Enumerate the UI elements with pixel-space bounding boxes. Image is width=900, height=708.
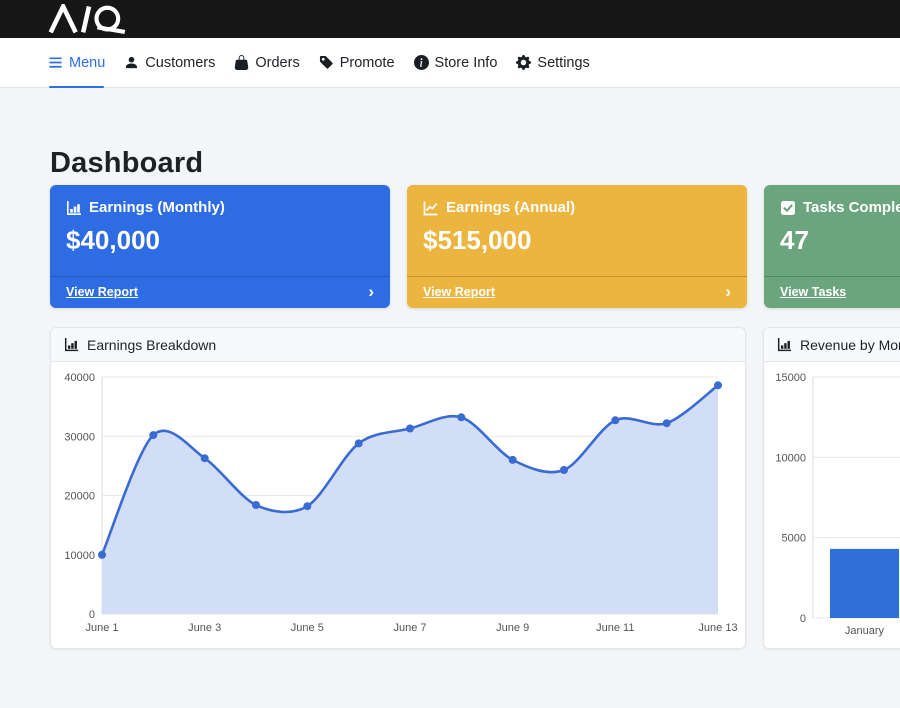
earnings-breakdown-header: Earnings Breakdown <box>51 328 745 362</box>
check-square-icon <box>780 200 796 216</box>
view-report-link[interactable]: View Report › <box>50 276 390 308</box>
nav-item-settings[interactable]: Settings <box>516 38 589 87</box>
svg-text:January: January <box>845 625 885 637</box>
stat-card-title: Earnings (Annual) <box>446 199 575 216</box>
view-report-link[interactable]: View Report › <box>407 276 747 308</box>
chart-title: Earnings Breakdown <box>87 337 216 353</box>
earnings-breakdown-chart: 0 10000 20000 30000 40000 June 1 June 3 June 5 J… <box>51 362 745 649</box>
gear-icon <box>516 55 531 70</box>
bar-chart-canvas: 0 5000 10000 15000 January <box>764 362 900 649</box>
bar-chart-icon <box>64 337 79 352</box>
nav-item-label: Menu <box>69 55 105 71</box>
revenue-by-month-header: Revenue by Month <box>764 328 900 362</box>
top-app-bar <box>0 0 900 38</box>
bar-chart-icon <box>66 200 82 216</box>
svg-text:June 1: June 1 <box>85 622 118 634</box>
line-chart-icon <box>423 200 439 216</box>
stat-cards-row: Earnings (Monthly) $40,000 View Report › <box>50 185 900 308</box>
nav-item-label: Promote <box>340 55 395 71</box>
nav-item-label: Customers <box>145 55 215 71</box>
chart-title: Revenue by Month <box>800 337 900 353</box>
tasks-completed-card: Tasks Completed 47 View Tasks › <box>764 185 900 308</box>
nav-item-label: Settings <box>537 55 589 71</box>
chevron-right-icon: › <box>725 283 731 300</box>
earnings-monthly-card: Earnings (Monthly) $40,000 View Report › <box>50 185 390 308</box>
revenue-by-month-chart: 0 5000 10000 15000 January <box>764 362 900 649</box>
stat-card-value: $40,000 <box>66 225 374 256</box>
view-tasks-link[interactable]: View Tasks › <box>764 276 900 308</box>
svg-text:30000: 30000 <box>64 431 95 443</box>
page-title: Dashboard <box>50 147 900 180</box>
stat-footer-label: View Report <box>423 285 495 299</box>
chevron-right-icon: › <box>368 283 374 300</box>
svg-text:10000: 10000 <box>64 550 95 562</box>
svg-text:5000: 5000 <box>782 533 806 545</box>
stat-card-value: $515,000 <box>423 225 731 256</box>
area-chart-canvas: 0 10000 20000 30000 40000 June 1 June 3 June 5 J… <box>51 362 746 649</box>
svg-text:June 9: June 9 <box>496 622 529 634</box>
stat-card-value: 47 <box>780 225 900 256</box>
stat-card-title: Earnings (Monthly) <box>89 199 225 216</box>
nav-item-menu[interactable]: Menu <box>48 38 105 87</box>
svg-text:20000: 20000 <box>64 491 95 503</box>
tag-icon <box>319 55 334 70</box>
earnings-annual-card: Earnings (Annual) $515,000 View Report › <box>407 185 747 308</box>
bag-icon <box>234 55 249 70</box>
svg-text:June 7: June 7 <box>393 622 426 634</box>
svg-text:June 13: June 13 <box>698 622 737 634</box>
info-circle-icon <box>414 55 429 70</box>
nav-item-label: Orders <box>255 55 299 71</box>
nav-item-promote[interactable]: Promote <box>319 38 395 87</box>
bar-chart-icon <box>777 337 792 352</box>
charts-row: Earnings Breakdown 0 10000 20000 30000 40000… <box>50 327 900 649</box>
main-content: Dashboard Earnings (Monthly) $40,000 <box>0 88 900 649</box>
main-nav: Menu Customers Orders Promote <box>0 38 900 88</box>
hamburger-icon <box>48 55 63 70</box>
svg-text:40000: 40000 <box>64 372 95 384</box>
svg-text:0: 0 <box>800 613 806 625</box>
nav-item-store-info[interactable]: Store Info <box>414 38 498 87</box>
svg-text:June 5: June 5 <box>291 622 324 634</box>
stat-card-title: Tasks Completed <box>803 199 900 216</box>
svg-text:June 11: June 11 <box>596 622 634 634</box>
brand-logo-icon <box>45 4 133 34</box>
svg-text:0: 0 <box>89 609 95 621</box>
svg-text:15000: 15000 <box>775 372 806 384</box>
svg-text:10000: 10000 <box>775 452 806 464</box>
revenue-by-month-card: Revenue by Month 0 5000 10000 15000 January <box>763 327 900 649</box>
nav-item-label: Store Info <box>435 55 498 71</box>
nav-item-customers[interactable]: Customers <box>124 38 215 87</box>
svg-text:June 3: June 3 <box>188 622 221 634</box>
person-icon <box>124 55 139 70</box>
stat-footer-label: View Tasks <box>780 285 846 299</box>
stat-footer-label: View Report <box>66 285 138 299</box>
nav-item-orders[interactable]: Orders <box>234 38 299 87</box>
earnings-breakdown-card: Earnings Breakdown 0 10000 20000 30000 40000… <box>50 327 746 649</box>
